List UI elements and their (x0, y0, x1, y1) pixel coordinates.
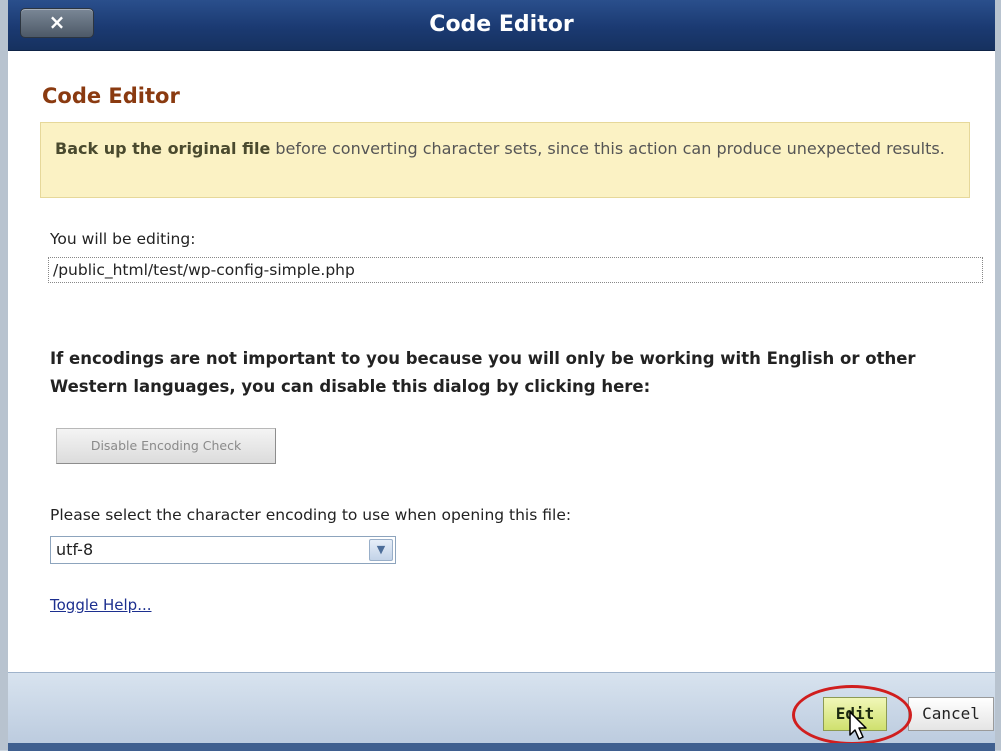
encoding-select-label: Please select the character encoding to … (50, 506, 572, 524)
code-editor-dialog: × Code Editor Code Editor Back up the or… (0, 0, 1001, 751)
editing-label: You will be editing: (50, 230, 196, 248)
backup-warning: Back up the original file before convert… (40, 122, 970, 198)
encoding-selected-value: utf-8 (56, 540, 94, 559)
disable-encoding-check-button[interactable]: Disable Encoding Check (56, 428, 276, 464)
page-heading: Code Editor (42, 84, 180, 108)
encoding-note: If encodings are not important to you be… (50, 349, 916, 396)
chevron-down-icon[interactable]: ▼ (369, 539, 393, 561)
dialog-title: Code Editor (429, 12, 574, 37)
warning-emphasis: Back up the original file (55, 139, 271, 158)
cursor-icon (849, 711, 867, 740)
title-bar: × Code Editor (8, 0, 995, 51)
file-path-field[interactable]: /public_html/test/wp-config-simple.php (48, 257, 983, 283)
encoding-select[interactable]: utf-8 ▼ (50, 536, 396, 564)
cancel-button[interactable]: Cancel (908, 697, 994, 731)
dialog-footer: Edit Cancel (8, 672, 995, 751)
toggle-help-link[interactable]: Toggle Help... (50, 596, 152, 614)
warning-text: before converting character sets, since … (270, 139, 945, 158)
